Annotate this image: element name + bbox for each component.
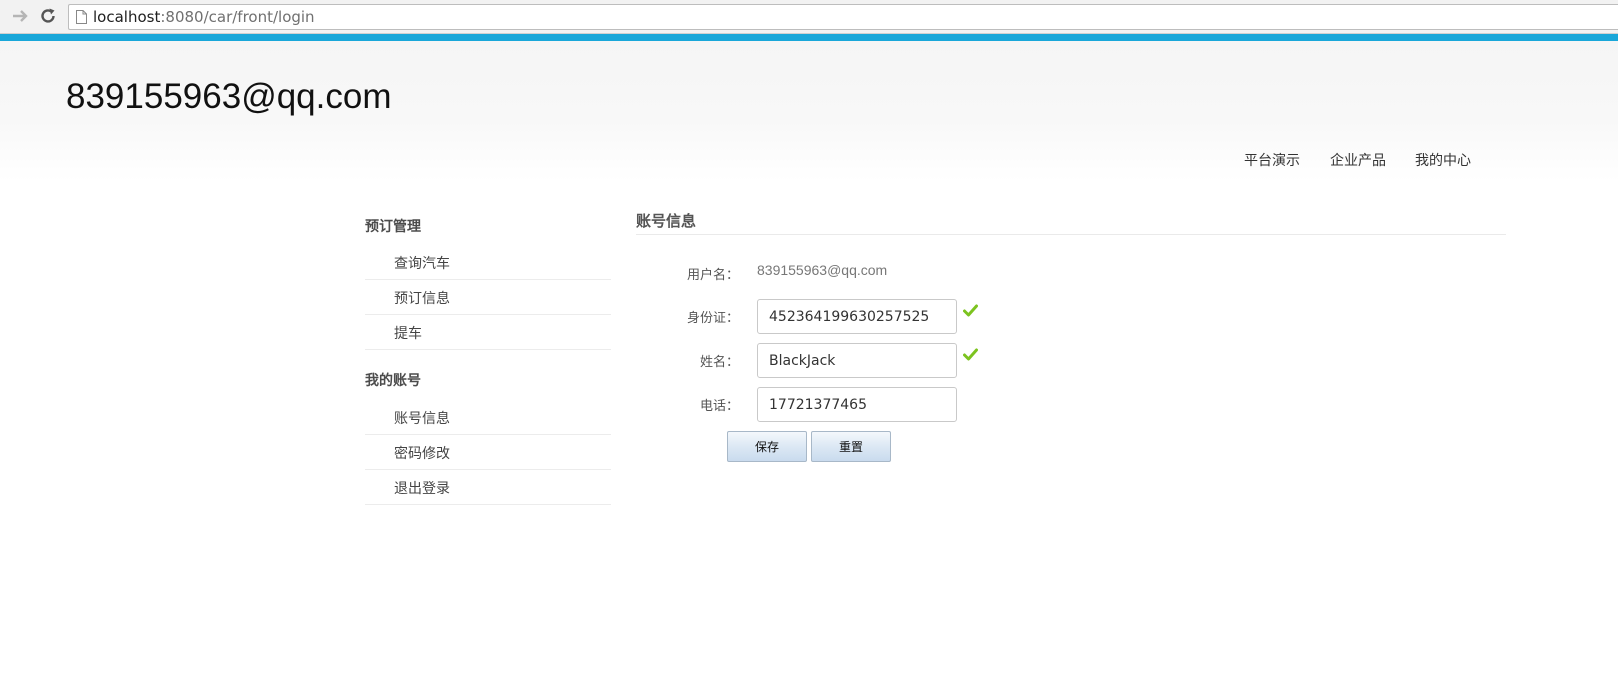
id-card-label: 身份证： <box>686 311 739 326</box>
panel-divider <box>636 234 1506 235</box>
username-value: 839155963@qq.com <box>757 262 888 278</box>
sidebar-item-change-password[interactable]: 密码修改 <box>365 435 611 470</box>
sidebar-section-booking: 预订管理 <box>365 219 421 235</box>
address-text: localhost:8080/car/front/login <box>93 8 315 26</box>
name-input[interactable] <box>757 343 957 378</box>
panel-title: 账号信息 <box>636 212 697 230</box>
phone-label: 电话： <box>699 399 739 414</box>
nav-enterprise-products[interactable]: 企业产品 <box>1330 150 1386 170</box>
url-host: localhost <box>93 8 161 26</box>
sidebar-item-booking-info[interactable]: 预订信息 <box>365 280 611 315</box>
nav-platform-demo[interactable]: 平台演示 <box>1244 150 1300 170</box>
phone-input[interactable] <box>757 387 957 422</box>
check-icon <box>963 348 978 361</box>
site-header: 839155963@qq.com 平台演示 企业产品 我的中心 <box>0 41 1618 182</box>
site-title: 839155963@qq.com <box>66 77 392 116</box>
sidebar-section-account: 我的账号 <box>365 373 421 389</box>
accent-bar <box>0 34 1618 41</box>
sidebar-item-label: 查询汽车 <box>394 256 450 272</box>
id-card-input[interactable] <box>757 299 957 334</box>
page-icon <box>76 10 87 24</box>
reset-button[interactable]: 重置 <box>811 431 891 462</box>
sidebar-item-label: 预订信息 <box>394 291 450 307</box>
sidebar-item-search-car[interactable]: 查询汽车 <box>365 245 611 280</box>
forward-icon[interactable] <box>10 5 32 27</box>
nav-my-center[interactable]: 我的中心 <box>1415 150 1471 170</box>
sidebar-item-label: 提车 <box>394 326 422 342</box>
browser-toolbar: localhost:8080/car/front/login <box>0 0 1618 34</box>
url-path: :8080/car/front/login <box>160 8 315 26</box>
username-label: 用户名： <box>686 268 739 283</box>
sidebar-item-label: 账号信息 <box>394 411 450 427</box>
sidebar-item-account-info[interactable]: 账号信息 <box>365 400 611 435</box>
sidebar-item-label: 密码修改 <box>394 446 450 462</box>
sidebar-item-label: 退出登录 <box>394 481 450 497</box>
check-icon <box>963 304 978 317</box>
address-bar[interactable]: localhost:8080/car/front/login <box>68 4 1618 30</box>
sidebar-item-pickup[interactable]: 提车 <box>365 315 611 350</box>
name-label: 姓名： <box>699 355 739 370</box>
reload-icon[interactable] <box>37 5 59 27</box>
save-button[interactable]: 保存 <box>727 431 807 462</box>
sidebar-item-logout[interactable]: 退出登录 <box>365 470 611 505</box>
